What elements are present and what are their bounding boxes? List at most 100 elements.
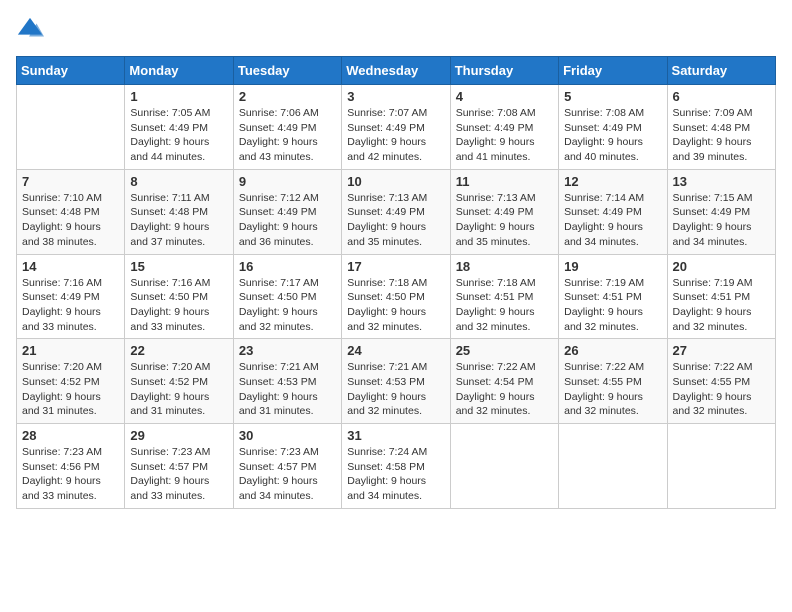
day-number: 15 bbox=[130, 259, 227, 274]
cell-info: Sunrise: 7:16 AMSunset: 4:50 PMDaylight:… bbox=[130, 276, 227, 335]
cell-info: Sunrise: 7:17 AMSunset: 4:50 PMDaylight:… bbox=[239, 276, 336, 335]
day-number: 2 bbox=[239, 89, 336, 104]
calendar-cell: 9 Sunrise: 7:12 AMSunset: 4:49 PMDaylight… bbox=[233, 169, 341, 254]
cell-info: Sunrise: 7:21 AMSunset: 4:53 PMDaylight:… bbox=[347, 360, 444, 419]
cell-info: Sunrise: 7:16 AMSunset: 4:49 PMDaylight:… bbox=[22, 276, 119, 335]
logo bbox=[16, 16, 48, 44]
calendar-cell: 3Sunrise: 7:07 AMSunset: 4:49 PMDaylight… bbox=[342, 85, 450, 170]
calendar-cell: 8 Sunrise: 7:11 AMSunset: 4:48 PMDaylight… bbox=[125, 169, 233, 254]
cell-info: Sunrise: 7:07 AMSunset: 4:49 PMDaylight:… bbox=[347, 106, 444, 165]
calendar: SundayMondayTuesdayWednesdayThursdayFrid… bbox=[16, 56, 776, 509]
day-number: 29 bbox=[130, 428, 227, 443]
calendar-cell: 11Sunrise: 7:13 AMSunset: 4:49 PMDayligh… bbox=[450, 169, 558, 254]
calendar-week-row: 21Sunrise: 7:20 AMSunset: 4:52 PMDayligh… bbox=[17, 339, 776, 424]
cell-info: Sunrise: 7:19 AMSunset: 4:51 PMDaylight:… bbox=[564, 276, 661, 335]
weekday-header: Sunday bbox=[17, 57, 125, 85]
calendar-cell: 4 Sunrise: 7:08 AMSunset: 4:49 PMDaylight… bbox=[450, 85, 558, 170]
calendar-cell bbox=[17, 85, 125, 170]
day-number: 26 bbox=[564, 343, 661, 358]
day-number: 21 bbox=[22, 343, 119, 358]
calendar-cell: 23 Sunrise: 7:21 AMSunset: 4:53 PMDayligh… bbox=[233, 339, 341, 424]
calendar-cell: 22Sunrise: 7:20 AMSunset: 4:52 PMDayligh… bbox=[125, 339, 233, 424]
day-number: 13 bbox=[673, 174, 770, 189]
calendar-cell: 6Sunrise: 7:09 AMSunset: 4:48 PMDaylight… bbox=[667, 85, 775, 170]
cell-info: Sunrise: 7:11 AMSunset: 4:48 PMDaylight:… bbox=[130, 191, 227, 250]
cell-info: Sunrise: 7:05 AMSunset: 4:49 PMDaylight:… bbox=[130, 106, 227, 165]
calendar-cell: 20Sunrise: 7:19 AMSunset: 4:51 PMDayligh… bbox=[667, 254, 775, 339]
calendar-cell: 2 Sunrise: 7:06 AMSunset: 4:49 PMDaylight… bbox=[233, 85, 341, 170]
calendar-cell: 5 Sunrise: 7:08 AMSunset: 4:49 PMDaylight… bbox=[559, 85, 667, 170]
day-number: 12 bbox=[564, 174, 661, 189]
calendar-week-row: 14 Sunrise: 7:16 AMSunset: 4:49 PMDayligh… bbox=[17, 254, 776, 339]
calendar-cell: 29 Sunrise: 7:23 AMSunset: 4:57 PMDayligh… bbox=[125, 424, 233, 509]
calendar-week-row: 7 Sunrise: 7:10 AMSunset: 4:48 PMDaylight… bbox=[17, 169, 776, 254]
cell-info: Sunrise: 7:15 AMSunset: 4:49 PMDaylight:… bbox=[673, 191, 770, 250]
cell-info: Sunrise: 7:23 AMSunset: 4:57 PMDaylight:… bbox=[130, 445, 227, 504]
calendar-cell: 25 Sunrise: 7:22 AMSunset: 4:54 PMDayligh… bbox=[450, 339, 558, 424]
cell-info: Sunrise: 7:06 AMSunset: 4:49 PMDaylight:… bbox=[239, 106, 336, 165]
calendar-week-row: 28 Sunrise: 7:23 AMSunset: 4:56 PMDayligh… bbox=[17, 424, 776, 509]
calendar-header-row: SundayMondayTuesdayWednesdayThursdayFrid… bbox=[17, 57, 776, 85]
calendar-cell: 19 Sunrise: 7:19 AMSunset: 4:51 PMDayligh… bbox=[559, 254, 667, 339]
calendar-cell: 27 Sunrise: 7:22 AMSunset: 4:55 PMDayligh… bbox=[667, 339, 775, 424]
calendar-cell: 13 Sunrise: 7:15 AMSunset: 4:49 PMDayligh… bbox=[667, 169, 775, 254]
cell-info: Sunrise: 7:09 AMSunset: 4:48 PMDaylight:… bbox=[673, 106, 770, 165]
day-number: 23 bbox=[239, 343, 336, 358]
calendar-cell: 24 Sunrise: 7:21 AMSunset: 4:53 PMDayligh… bbox=[342, 339, 450, 424]
day-number: 20 bbox=[673, 259, 770, 274]
weekday-header: Monday bbox=[125, 57, 233, 85]
day-number: 9 bbox=[239, 174, 336, 189]
cell-info: Sunrise: 7:12 AMSunset: 4:49 PMDaylight:… bbox=[239, 191, 336, 250]
calendar-cell: 17 Sunrise: 7:18 AMSunset: 4:50 PMDayligh… bbox=[342, 254, 450, 339]
calendar-cell: 30 Sunrise: 7:23 AMSunset: 4:57 PMDayligh… bbox=[233, 424, 341, 509]
calendar-cell bbox=[667, 424, 775, 509]
cell-info: Sunrise: 7:22 AMSunset: 4:55 PMDaylight:… bbox=[673, 360, 770, 419]
day-number: 30 bbox=[239, 428, 336, 443]
day-number: 22 bbox=[130, 343, 227, 358]
calendar-cell: 14 Sunrise: 7:16 AMSunset: 4:49 PMDayligh… bbox=[17, 254, 125, 339]
calendar-cell: 7 Sunrise: 7:10 AMSunset: 4:48 PMDaylight… bbox=[17, 169, 125, 254]
weekday-header: Wednesday bbox=[342, 57, 450, 85]
day-number: 19 bbox=[564, 259, 661, 274]
cell-info: Sunrise: 7:08 AMSunset: 4:49 PMDaylight:… bbox=[564, 106, 661, 165]
weekday-header: Saturday bbox=[667, 57, 775, 85]
weekday-header: Friday bbox=[559, 57, 667, 85]
day-number: 17 bbox=[347, 259, 444, 274]
weekday-header: Tuesday bbox=[233, 57, 341, 85]
cell-info: Sunrise: 7:14 AMSunset: 4:49 PMDaylight:… bbox=[564, 191, 661, 250]
calendar-cell: 12 Sunrise: 7:14 AMSunset: 4:49 PMDayligh… bbox=[559, 169, 667, 254]
day-number: 8 bbox=[130, 174, 227, 189]
cell-info: Sunrise: 7:23 AMSunset: 4:56 PMDaylight:… bbox=[22, 445, 119, 504]
day-number: 31 bbox=[347, 428, 444, 443]
day-number: 14 bbox=[22, 259, 119, 274]
day-number: 28 bbox=[22, 428, 119, 443]
day-number: 1 bbox=[130, 89, 227, 104]
cell-info: Sunrise: 7:10 AMSunset: 4:48 PMDaylight:… bbox=[22, 191, 119, 250]
cell-info: Sunrise: 7:22 AMSunset: 4:54 PMDaylight:… bbox=[456, 360, 553, 419]
calendar-cell: 10 Sunrise: 7:13 AMSunset: 4:49 PMDayligh… bbox=[342, 169, 450, 254]
calendar-cell: 1 Sunrise: 7:05 AMSunset: 4:49 PMDaylight… bbox=[125, 85, 233, 170]
day-number: 10 bbox=[347, 174, 444, 189]
cell-info: Sunrise: 7:18 AMSunset: 4:50 PMDaylight:… bbox=[347, 276, 444, 335]
weekday-header: Thursday bbox=[450, 57, 558, 85]
day-number: 7 bbox=[22, 174, 119, 189]
calendar-week-row: 1 Sunrise: 7:05 AMSunset: 4:49 PMDaylight… bbox=[17, 85, 776, 170]
day-number: 4 bbox=[456, 89, 553, 104]
day-number: 16 bbox=[239, 259, 336, 274]
day-number: 27 bbox=[673, 343, 770, 358]
day-number: 11 bbox=[456, 174, 553, 189]
calendar-cell: 21Sunrise: 7:20 AMSunset: 4:52 PMDayligh… bbox=[17, 339, 125, 424]
cell-info: Sunrise: 7:13 AMSunset: 4:49 PMDaylight:… bbox=[347, 191, 444, 250]
day-number: 24 bbox=[347, 343, 444, 358]
cell-info: Sunrise: 7:24 AMSunset: 4:58 PMDaylight:… bbox=[347, 445, 444, 504]
calendar-cell bbox=[450, 424, 558, 509]
cell-info: Sunrise: 7:21 AMSunset: 4:53 PMDaylight:… bbox=[239, 360, 336, 419]
page-header bbox=[16, 16, 776, 44]
cell-info: Sunrise: 7:22 AMSunset: 4:55 PMDaylight:… bbox=[564, 360, 661, 419]
cell-info: Sunrise: 7:08 AMSunset: 4:49 PMDaylight:… bbox=[456, 106, 553, 165]
cell-info: Sunrise: 7:23 AMSunset: 4:57 PMDaylight:… bbox=[239, 445, 336, 504]
day-number: 5 bbox=[564, 89, 661, 104]
calendar-cell: 31 Sunrise: 7:24 AMSunset: 4:58 PMDayligh… bbox=[342, 424, 450, 509]
calendar-cell: 26 Sunrise: 7:22 AMSunset: 4:55 PMDayligh… bbox=[559, 339, 667, 424]
day-number: 25 bbox=[456, 343, 553, 358]
